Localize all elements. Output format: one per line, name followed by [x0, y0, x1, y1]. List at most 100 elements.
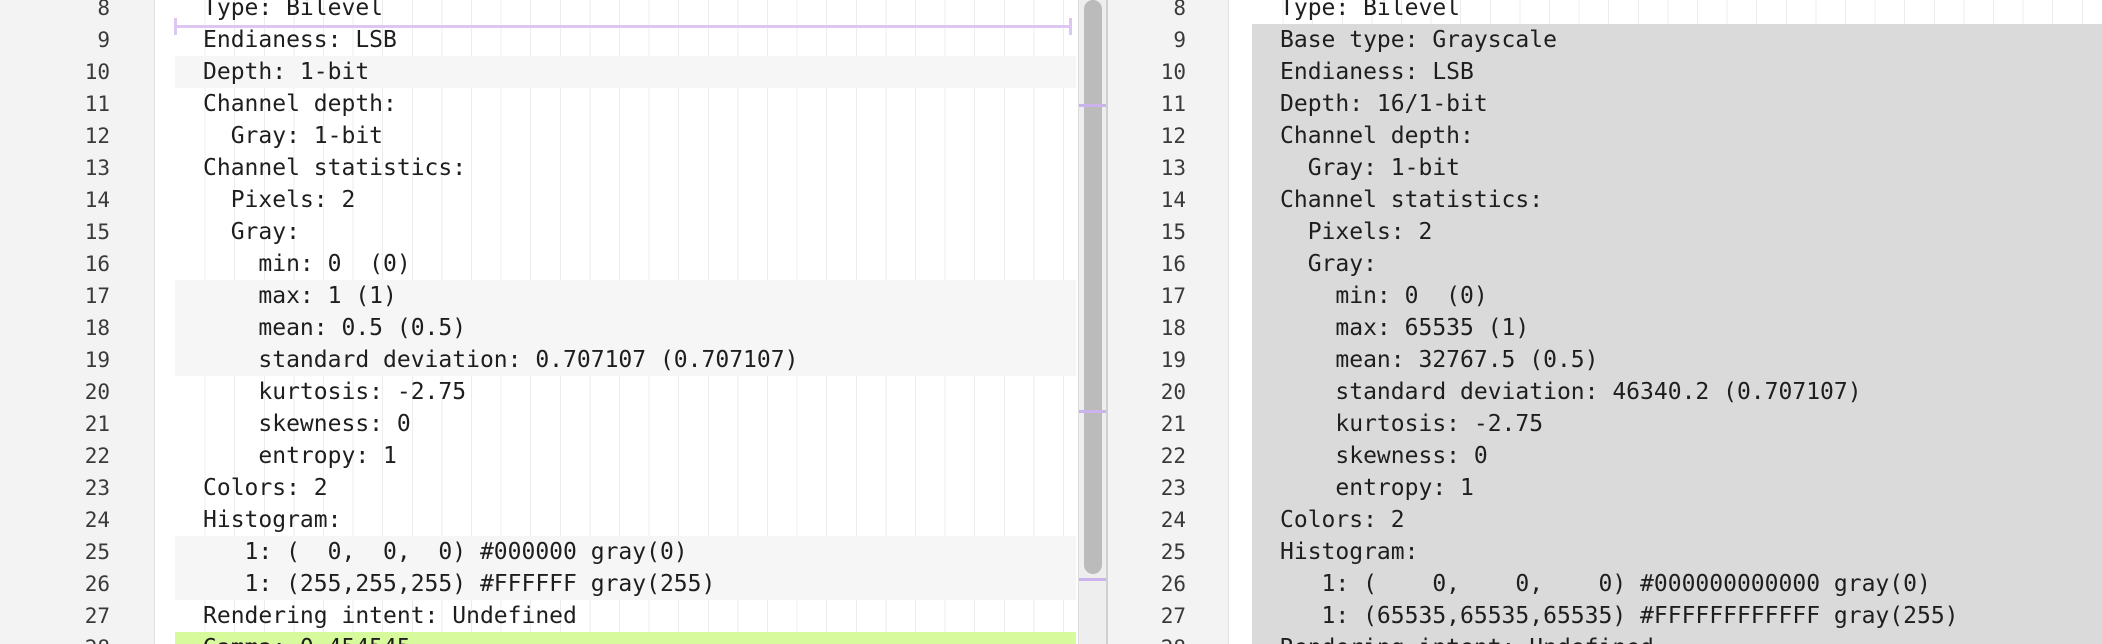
right-diff-pane[interactable]: 8 Type: Bilevel 9 Base type: Grayscale 10 End… [1108, 0, 2102, 644]
code-line[interactable]: 23 Colors: 2 [0, 472, 1108, 504]
line-number: 27 [1160, 604, 1186, 628]
code-line[interactable]: 20 standard deviation: 46340.2 (0.707107… [1108, 376, 2102, 408]
line-content: Histogram: [203, 507, 342, 533]
line-content: Channel statistics: [1280, 187, 1544, 213]
line-number: 11 [84, 92, 110, 116]
line-text: standard deviation: 0.707107 (0.707107) [175, 344, 1076, 376]
line-number: 19 [84, 348, 110, 372]
line-text: Gray: 1-bit [1252, 152, 2102, 184]
code-line[interactable]: 9 Endianess: LSB [0, 24, 1108, 56]
line-text: Type: Bilevel [1252, 0, 2102, 24]
code-line[interactable]: 26 1: (255,255,255) #FFFFFF gray(255) [0, 568, 1108, 600]
line-text: Histogram: [1252, 536, 2102, 568]
line-content: standard deviation: 0.707107 (0.707107) [258, 347, 799, 373]
line-text: 1: ( 0, 0, 0) #000000000000 gray(0) [1252, 568, 2102, 600]
line-content: Gray: [1307, 251, 1377, 277]
code-line[interactable]: 15 Pixels: 2 [1108, 216, 2102, 248]
line-number: 16 [1160, 252, 1186, 276]
code-line[interactable]: 23 entropy: 1 [1108, 472, 2102, 504]
line-text: Colors: 2 [1252, 504, 2102, 536]
code-line[interactable]: 11 Channel depth: [0, 88, 1108, 120]
code-line[interactable]: 21 kurtosis: -2.75 [1108, 408, 2102, 440]
code-line[interactable]: 13 Gray: 1-bit [1108, 152, 2102, 184]
line-text: skewness: 0 [175, 408, 1076, 440]
line-number: 13 [1160, 156, 1186, 180]
code-line[interactable]: 8 Type: Bilevel [0, 0, 1108, 24]
code-line[interactable]: 18 mean: 0.5 (0.5) [0, 312, 1108, 344]
line-content: Gray: [230, 219, 300, 245]
line-content: min: 0 (0) [258, 251, 411, 277]
code-line[interactable]: 8 Type: Bilevel [1108, 0, 2102, 24]
line-content: kurtosis: -2.75 [258, 379, 467, 405]
scrollbar-thumb[interactable] [1084, 0, 1102, 574]
code-line[interactable]: 22 entropy: 1 [0, 440, 1108, 472]
line-content: Channel depth: [203, 91, 397, 117]
code-line[interactable]: 20 kurtosis: -2.75 [0, 376, 1108, 408]
code-line[interactable]: 13 Channel statistics: [0, 152, 1108, 184]
code-line[interactable]: 11 Depth: 16/1-bit [1108, 88, 2102, 120]
line-content: Gray: 1-bit [1307, 155, 1461, 181]
code-line[interactable]: 16 Gray: [1108, 248, 2102, 280]
line-number: 25 [84, 540, 110, 564]
line-number: 9 [1173, 28, 1186, 52]
left-diff-pane[interactable]: 8 Type: Bilevel 9 Endianess: LSB 10 Depth: 1-… [0, 0, 1108, 644]
line-text: Pixels: 2 [175, 184, 1076, 216]
code-line[interactable]: 12 Gray: 1-bit [0, 120, 1108, 152]
code-line[interactable]: 19 standard deviation: 0.707107 (0.70710… [0, 344, 1108, 376]
line-content: Colors: 2 [1280, 507, 1405, 533]
code-line[interactable]: 10 Depth: 1-bit [0, 56, 1108, 88]
code-line[interactable]: 18 max: 65535 (1) [1108, 312, 2102, 344]
code-line[interactable]: 24 Colors: 2 [1108, 504, 2102, 536]
line-content: max: 1 (1) [258, 283, 397, 309]
line-text: Depth: 1-bit [175, 56, 1076, 88]
code-line[interactable]: 24 Histogram: [0, 504, 1108, 536]
code-line[interactable]: 19 mean: 32767.5 (0.5) [1108, 344, 2102, 376]
line-text: Rendering intent: Undefined [175, 600, 1076, 632]
code-line[interactable]: 17 max: 1 (1) [0, 280, 1108, 312]
line-text: standard deviation: 46340.2 (0.707107) [1252, 376, 2102, 408]
code-line[interactable]: 14 Channel statistics: [1108, 184, 2102, 216]
code-line[interactable]: 26 1: ( 0, 0, 0) #000000000000 gray(0) [1108, 568, 2102, 600]
line-content: 1: ( 0, 0, 0) #000000 gray(0) [244, 539, 688, 565]
overview-change-mark[interactable] [1079, 104, 1108, 107]
code-line[interactable]: 10 Endianess: LSB [1108, 56, 2102, 88]
line-number: 24 [1160, 508, 1186, 532]
line-number: 13 [84, 156, 110, 180]
code-line[interactable]: 27 Rendering intent: Undefined [0, 600, 1108, 632]
code-line[interactable]: 27 1: (65535,65535,65535) #FFFFFFFFFFFF … [1108, 600, 2102, 632]
line-number: 28 [1126, 632, 1186, 644]
line-number: 10 [1160, 60, 1186, 84]
code-line[interactable]: 28 Rendering intent: Undefined [1108, 632, 2102, 644]
code-line[interactable]: 15 Gray: [0, 216, 1108, 248]
line-number: 21 [84, 412, 110, 436]
code-line[interactable]: 17 min: 0 (0) [1108, 280, 2102, 312]
code-line[interactable]: 16 min: 0 (0) [0, 248, 1108, 280]
code-line[interactable]: 12 Channel depth: [1108, 120, 2102, 152]
overview-change-mark[interactable] [1079, 410, 1108, 413]
line-text: kurtosis: -2.75 [1252, 408, 2102, 440]
code-line[interactable]: 22 skewness: 0 [1108, 440, 2102, 472]
line-content: skewness: 0 [258, 411, 411, 437]
diff-overview-scrollbar[interactable] [1078, 0, 1108, 644]
line-text: entropy: 1 [175, 440, 1076, 472]
overview-change-mark[interactable] [1079, 578, 1108, 581]
code-line[interactable]: 28 Gamma: 0.454545 [0, 632, 1108, 644]
code-line[interactable]: 25 Histogram: [1108, 536, 2102, 568]
line-number: 11 [1160, 92, 1186, 116]
code-line[interactable]: 25 1: ( 0, 0, 0) #000000 gray(0) [0, 536, 1108, 568]
code-line[interactable]: 14 Pixels: 2 [0, 184, 1108, 216]
code-line[interactable]: 9 Base type: Grayscale [1108, 24, 2102, 56]
code-line[interactable]: 21 skewness: 0 [0, 408, 1108, 440]
line-content: 1: (65535,65535,65535) #FFFFFFFFFFFF gra… [1321, 603, 1959, 629]
line-text: Base type: Grayscale [1252, 24, 2102, 56]
line-number: 25 [1160, 540, 1186, 564]
